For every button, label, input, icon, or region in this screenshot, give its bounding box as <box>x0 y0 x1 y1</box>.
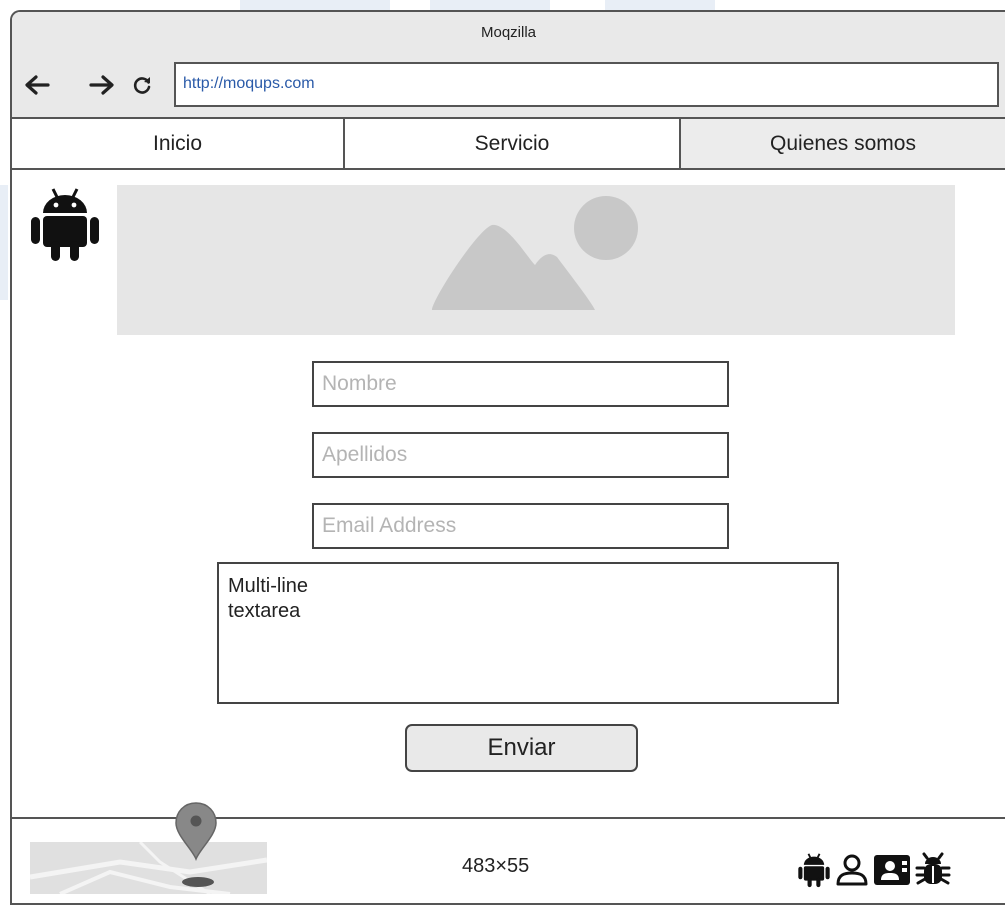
footer-icon-group <box>797 852 951 888</box>
apellidos-field[interactable] <box>312 432 729 478</box>
footer: 483×55 <box>12 802 1005 903</box>
map-pin-icon <box>175 802 217 861</box>
tab-inicio[interactable]: Inicio <box>12 119 345 168</box>
tab-quienes-somos[interactable]: Quienes somos <box>681 119 1005 168</box>
browser-toolbar: Moqzilla http://moqups.com <box>12 12 1005 119</box>
email-field[interactable] <box>312 503 729 549</box>
browser-window: Moqzilla http://moqups.com Inicio Servic… <box>10 10 1005 905</box>
arrow-left-icon <box>25 75 50 95</box>
contact-card-icon[interactable] <box>873 853 911 887</box>
tab-servicio[interactable]: Servicio <box>345 119 681 168</box>
user-icon[interactable] <box>835 853 869 887</box>
message-textarea[interactable]: Multi-line textarea <box>217 562 839 704</box>
android-icon[interactable] <box>797 852 831 888</box>
reload-icon <box>133 77 151 94</box>
watermark-block <box>0 185 8 300</box>
nombre-field[interactable] <box>312 361 729 407</box>
submit-button[interactable]: Enviar <box>405 724 638 772</box>
reload-button[interactable] <box>127 70 157 100</box>
dimensions-label: 483×55 <box>462 855 530 877</box>
address-bar[interactable]: http://moqups.com <box>174 62 999 107</box>
arrow-right-icon <box>89 75 114 95</box>
forward-button[interactable] <box>87 70 117 100</box>
map-thumbnail[interactable] <box>30 842 267 894</box>
android-icon <box>31 188 99 261</box>
back-button[interactable] <box>22 70 52 100</box>
nav-tabs: Inicio Servicio Quienes somos <box>12 119 1005 170</box>
image-placeholder <box>117 185 955 335</box>
bug-icon[interactable] <box>915 852 951 888</box>
image-placeholder-icon <box>432 196 638 310</box>
window-title: Moqzilla <box>480 24 537 41</box>
